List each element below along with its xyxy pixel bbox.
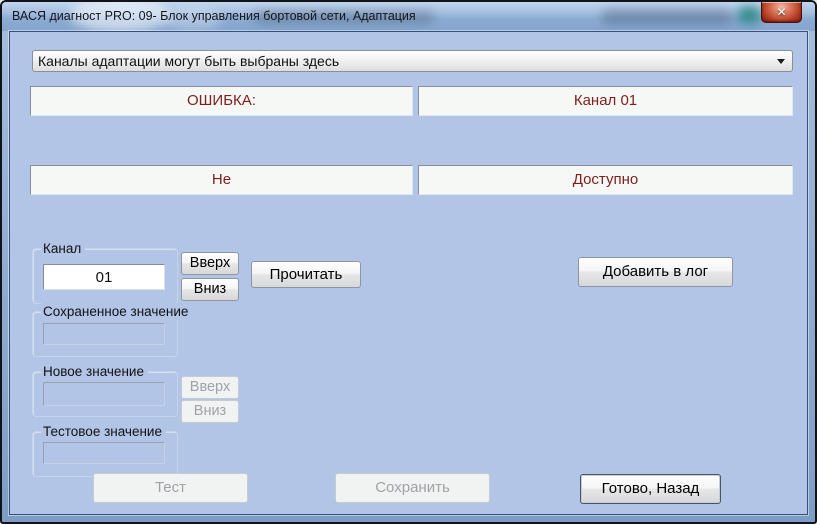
client-area: Каналы адаптации могут быть выбраны здес…	[9, 31, 808, 515]
channel-number-input[interactable]	[43, 264, 165, 290]
done-back-button[interactable]: Готово, Назад	[580, 474, 721, 504]
stored-value-input	[43, 323, 165, 345]
channel-group-label: Канал	[41, 240, 86, 257]
test-value-input	[43, 442, 165, 464]
channel-up-button[interactable]: Вверх	[181, 252, 239, 275]
titlebar-glass-reflection	[737, 6, 761, 24]
dropdown-selected-value: Каналы адаптации могут быть выбраны здес…	[38, 53, 340, 69]
window-title: ВАСЯ диагност PRO: 09- Блок управления б…	[12, 9, 416, 23]
add-to-log-button[interactable]: Добавить в лог	[578, 257, 733, 287]
titlebar-glass-reflection	[602, 9, 732, 25]
save-button: Сохранить	[335, 473, 490, 503]
chevron-down-icon	[777, 59, 785, 64]
status-panel-value-right: Доступно	[418, 165, 793, 195]
title-bar[interactable]: ВАСЯ диагност PRO: 09- Блок управления б…	[2, 2, 815, 31]
new-value-label: Новое значение	[41, 363, 148, 380]
new-value-input	[43, 382, 165, 406]
status-panel-channel: Канал 01	[418, 86, 793, 116]
read-button[interactable]: Прочитать	[251, 261, 361, 288]
close-button[interactable]: ✕	[761, 2, 802, 23]
new-value-down-button: Вниз	[181, 400, 239, 423]
test-value-label: Тестовое значение	[41, 423, 166, 440]
stored-value-label: Сохраненное значение	[41, 303, 193, 320]
test-button: Тест	[93, 473, 248, 503]
close-icon: ✕	[776, 5, 787, 19]
app-window: ВАСЯ диагност PRO: 09- Блок управления б…	[0, 0, 817, 524]
new-value-up-button: Вверх	[181, 376, 239, 399]
status-panel-error: ОШИБКА:	[30, 86, 413, 116]
adaptation-channel-dropdown[interactable]: Каналы адаптации могут быть выбраны здес…	[32, 50, 793, 72]
status-panel-value-left: Не	[30, 165, 413, 195]
channel-down-button[interactable]: Вниз	[181, 278, 239, 301]
